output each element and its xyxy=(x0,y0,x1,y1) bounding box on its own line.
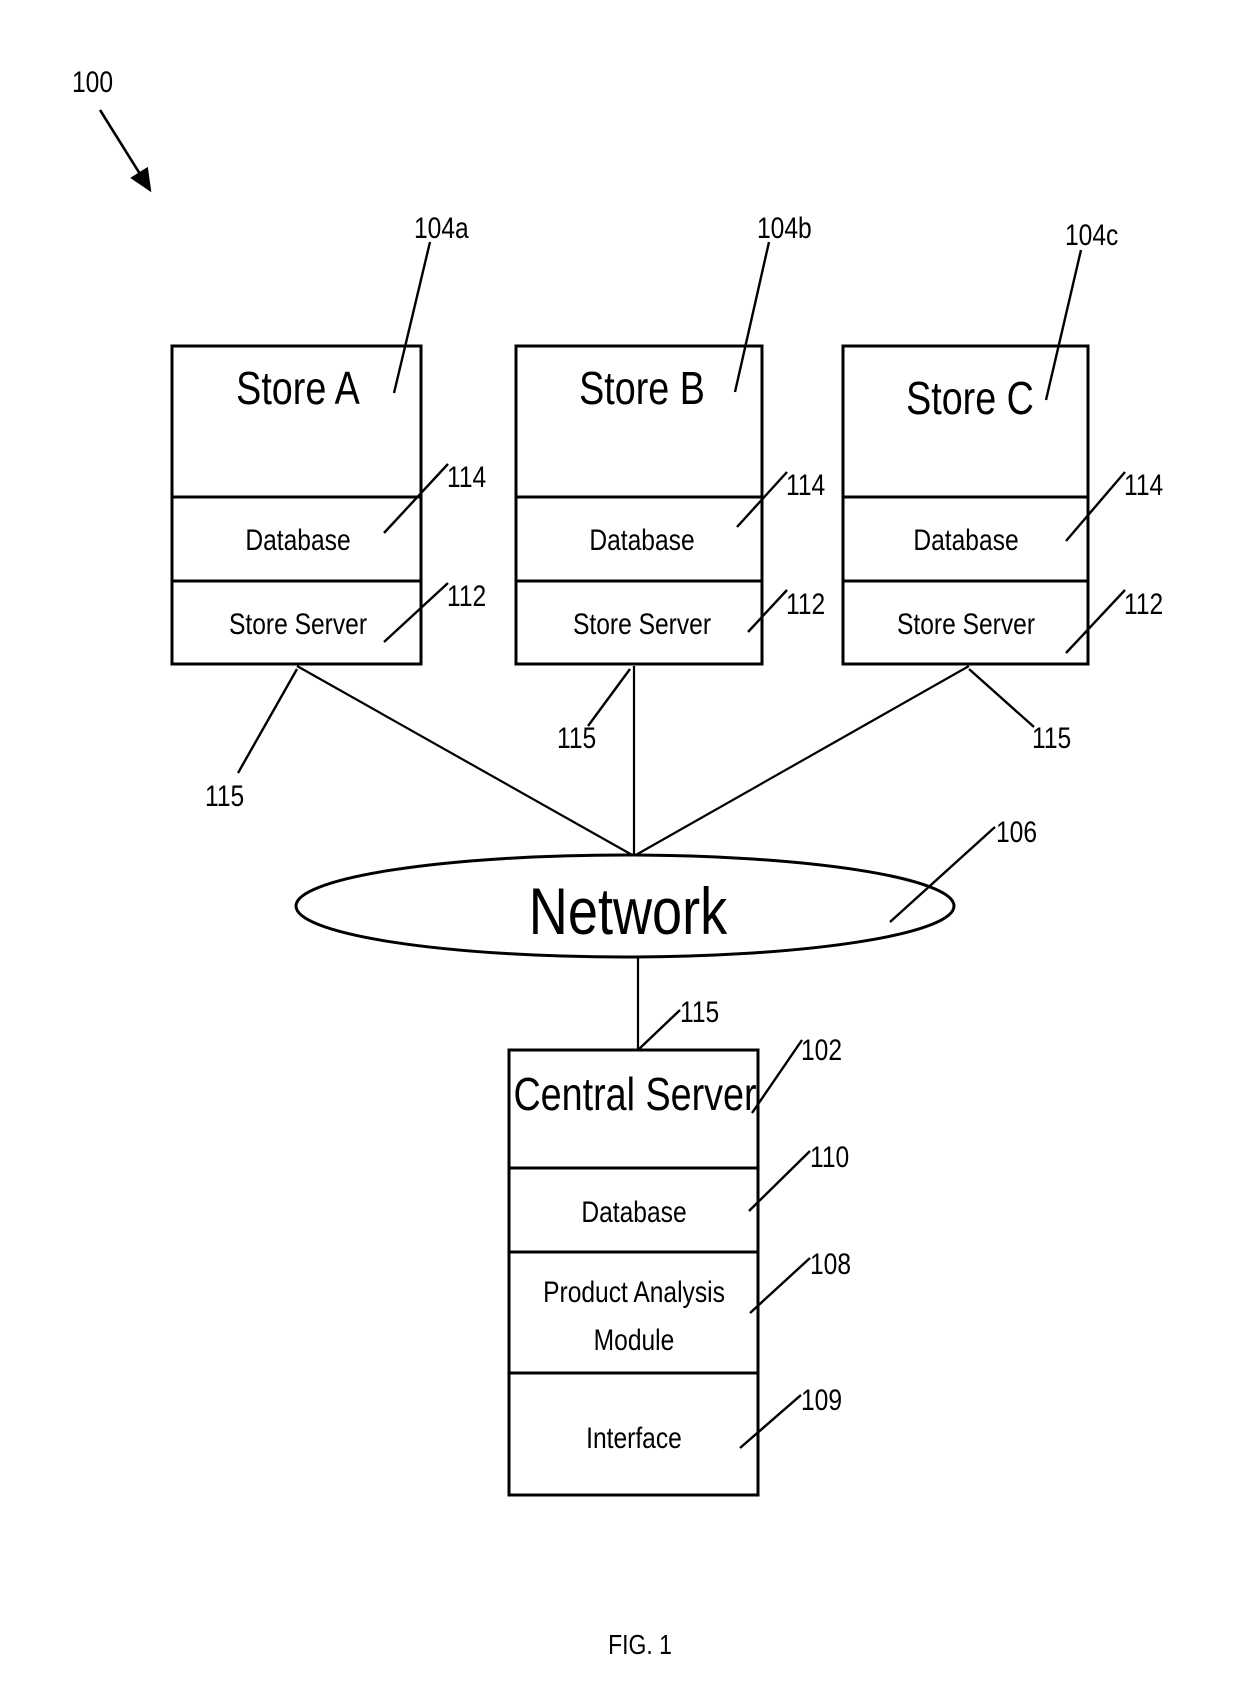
network: Network 106 xyxy=(294,815,1037,959)
store-c-database-ref: 114 xyxy=(1124,468,1163,502)
store-a-server-ref: 112 xyxy=(447,579,486,613)
store-b-link-ref: 115 xyxy=(557,721,596,755)
store-b-database-ref: 114 xyxy=(786,468,825,502)
system-ref-label: 100 xyxy=(72,65,113,99)
network-ref: 106 xyxy=(996,815,1037,849)
system-reference: 100 xyxy=(72,65,152,193)
central-module-label-line1: Product Analysis xyxy=(543,1275,725,1309)
network-connections xyxy=(296,665,970,857)
store-c-server-ref: 112 xyxy=(1124,587,1163,621)
central-server-ref: 102 xyxy=(801,1033,842,1067)
central-link-ref: 115 xyxy=(680,995,719,1029)
store-b-title: Store B xyxy=(579,362,705,413)
central-connection: 115 xyxy=(636,957,719,1051)
store-b-link-ref-leader xyxy=(587,668,631,727)
store-a-database-ref: 114 xyxy=(447,460,486,494)
central-module-label-line2: Module xyxy=(594,1323,675,1357)
store-b: Store B Database Store Server 104b 114 1… xyxy=(514,211,825,755)
store-c-title: Store C xyxy=(906,372,1034,423)
central-server-title: Central Server xyxy=(513,1068,756,1119)
store-a-title: Store A xyxy=(236,362,360,413)
central-interface-label: Interface xyxy=(586,1421,682,1455)
network-label: Network xyxy=(529,874,728,948)
store-b-database-label: Database xyxy=(589,523,694,557)
store-a-link-ref: 115 xyxy=(205,779,244,813)
central-database-ref: 110 xyxy=(810,1140,849,1174)
store-b-server-ref: 112 xyxy=(786,587,825,621)
central-server: Central Server Database Product Analysis… xyxy=(507,1033,851,1497)
store-b-server-label: Store Server xyxy=(573,607,711,641)
central-link-ref-leader xyxy=(637,1009,681,1051)
store-a-server-label: Store Server xyxy=(229,607,367,641)
store-c-link-ref: 115 xyxy=(1032,721,1071,755)
central-interface-ref: 109 xyxy=(801,1383,842,1417)
system-diagram: 100 Store A Database Store Server 104a 1… xyxy=(72,65,1163,1661)
store-a-ref: 104a xyxy=(414,211,469,245)
link-store-c-network xyxy=(633,665,970,857)
store-a: Store A Database Store Server 104a 114 1… xyxy=(170,211,486,813)
store-a-link-ref-leader xyxy=(236,668,299,774)
central-module-ref: 108 xyxy=(810,1247,851,1281)
store-b-ref: 104b xyxy=(757,211,812,245)
store-c-link-ref-leader xyxy=(968,668,1035,728)
store-c-ref: 104c xyxy=(1065,218,1118,252)
central-database-label: Database xyxy=(581,1195,686,1229)
figure-caption: FIG. 1 xyxy=(608,1630,672,1661)
store-a-database-label: Database xyxy=(245,523,350,557)
link-store-a-network xyxy=(296,665,635,857)
store-c: Store C Database Store Server 104c 114 1… xyxy=(841,218,1163,755)
store-c-server-label: Store Server xyxy=(897,607,1035,641)
store-c-database-label: Database xyxy=(913,523,1018,557)
system-ref-arrow-icon xyxy=(98,109,152,193)
